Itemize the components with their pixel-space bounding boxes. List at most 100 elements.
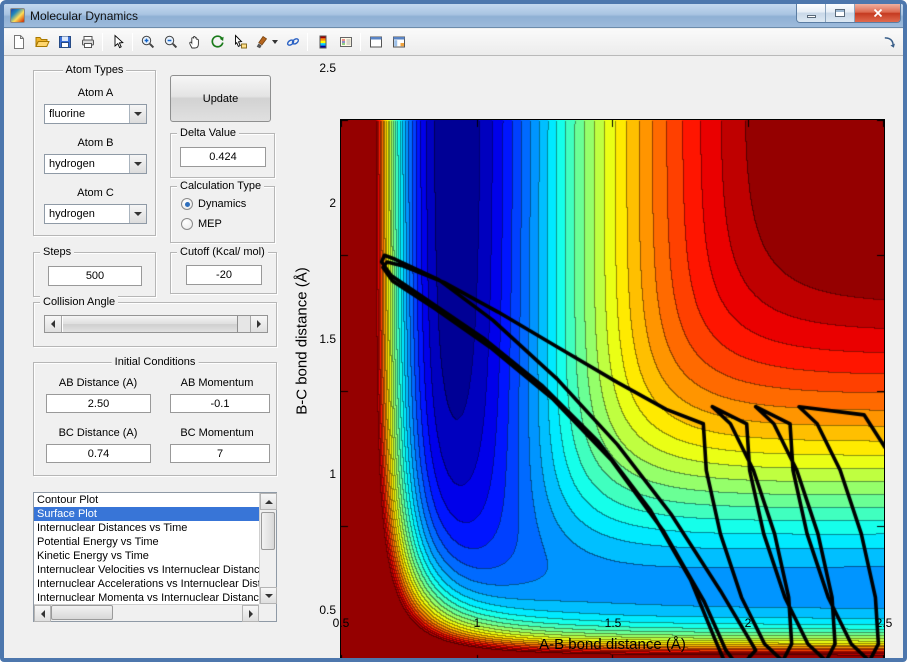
steps-input[interactable] [48,266,142,286]
brush-data-button[interactable] [251,31,281,53]
window: Molecular Dynamics Atom Types Atom A flu… [0,0,907,662]
cutoff-title: Cutoff (Kcal/ mol) [177,246,268,258]
bc-distance-input[interactable] [46,444,151,463]
list-item[interactable]: Kinetic Energy vs Time [34,549,259,563]
data-cursor-button[interactable] [228,31,251,53]
delta-value-input[interactable] [180,147,266,167]
save-figure-button[interactable] [53,31,76,53]
vertical-scroll-thumb[interactable] [261,512,275,550]
hide-plot-tools-icon [369,36,382,48]
arrow-up-icon [264,499,273,504]
atom-a-dropdown-button[interactable] [129,105,146,123]
horizontal-scrollbar[interactable] [34,604,259,622]
rotate-3d-button[interactable] [205,31,228,53]
show-plot-tools-icon [392,36,405,48]
atom-b-combobox[interactable]: hydrogen [44,154,147,174]
zoom-out-icon [164,35,177,49]
maximize-icon [835,9,845,17]
list-item[interactable]: Internuclear Distances vs Time [34,521,259,535]
scroll-down-button[interactable] [260,587,277,604]
toolbar-separator [102,33,103,51]
print-figure-button[interactable] [76,31,99,53]
atom-c-combobox[interactable]: hydrogen [44,204,147,224]
plot-axes [340,119,885,658]
titlebar[interactable]: Molecular Dynamics [4,4,903,28]
zoom-in-button[interactable] [136,31,159,53]
bc-momentum-input[interactable] [170,444,270,463]
chevron-down-icon [134,212,142,216]
zoom-out-button[interactable] [159,31,182,53]
y-tick-label: 2 [329,196,336,210]
open-file-button[interactable] [30,31,53,53]
list-item[interactable]: Internuclear Velocities vs Internuclear … [34,563,259,577]
y-tick-label: 1.5 [319,332,336,346]
scroll-left-button[interactable] [34,605,51,622]
x-axis-label: A-B bond distance (Å) [539,636,686,653]
slider-track[interactable] [238,316,250,332]
collision-angle-title: Collision Angle [40,296,119,308]
atom-a-combobox[interactable]: fluorine [44,104,147,124]
dynamics-radio[interactable]: Dynamics [181,198,246,210]
bc-momentum-label: BC Momentum [180,427,254,439]
atom-b-dropdown-button[interactable] [129,155,146,173]
dynamics-radio-label: Dynamics [198,198,247,210]
list-item[interactable]: Potential Energy vs Time [34,535,259,549]
ab-distance-input[interactable] [46,394,151,413]
open-folder-icon [34,37,50,47]
new-figure-button[interactable] [7,31,30,53]
horizontal-scroll-track[interactable] [113,605,242,621]
y-tick-label: 1 [329,467,336,481]
maximize-button[interactable] [826,4,855,22]
x-tick-label: 2 [744,616,752,630]
scroll-up-button[interactable] [260,493,277,510]
vertical-scrollbar[interactable] [259,493,277,604]
pan-button[interactable] [182,31,205,53]
list-item[interactable]: Internuclear Accelerations vs Internucle… [34,577,259,591]
atom-c-label: Atom C [77,187,114,199]
brush-dropdown-icon[interactable] [272,40,278,44]
insert-colorbar-button[interactable] [311,31,334,53]
insert-legend-button[interactable] [334,31,357,53]
slider-right-button[interactable] [250,316,267,332]
mep-radio-label: MEP [198,218,222,230]
toolbar-separator [360,33,361,51]
mep-radio[interactable]: MEP [181,218,222,230]
update-button[interactable]: Update [170,75,271,122]
plot-type-listbox: Contour Plot Surface Plot Internuclear D… [33,492,277,622]
slider-thumb[interactable] [62,316,238,332]
delta-value-title: Delta Value [177,127,240,139]
arrow-down-icon [264,593,273,598]
edit-plot-button[interactable] [106,31,129,53]
link-plot-button[interactable] [281,31,304,53]
slider-left-button[interactable] [45,316,62,332]
list-item-selected[interactable]: Surface Plot [34,507,259,521]
ab-momentum-input[interactable] [170,394,270,413]
cutoff-panel: Cutoff (Kcal/ mol) [170,246,277,294]
steps-title: Steps [40,246,75,258]
contour-canvas[interactable] [341,120,884,658]
atom-c-value: hydrogen [49,208,95,220]
hide-plot-tools-button[interactable] [364,31,387,53]
dock-figure-button[interactable] [879,32,899,52]
cursor-arrow-icon [114,34,124,49]
close-button[interactable] [855,4,900,22]
arrow-left-icon [51,320,55,328]
atom-types-panel: Atom Types Atom A fluorine Atom B hydrog… [33,64,156,236]
list-item[interactable]: Contour Plot [34,493,259,507]
show-plot-tools-button[interactable] [387,31,410,53]
collision-angle-slider[interactable] [44,315,268,333]
y-tick-label: 2.5 [319,61,336,75]
atom-types-title: Atom Types [62,64,127,76]
list-item[interactable]: Internuclear Momenta vs Internuclear Dis… [34,591,259,604]
data-cursor-icon [234,34,247,49]
horizontal-scroll-thumb[interactable] [51,605,113,620]
cutoff-input[interactable] [186,265,262,285]
window-icon [10,8,25,23]
window-title: Molecular Dynamics [30,8,139,23]
minimize-button[interactable] [797,4,826,22]
atom-a-label: Atom A [77,87,114,99]
atom-c-dropdown-button[interactable] [129,205,146,223]
colorbar-icon [319,35,326,49]
scroll-right-button[interactable] [242,605,259,622]
save-floppy-icon [58,36,71,48]
